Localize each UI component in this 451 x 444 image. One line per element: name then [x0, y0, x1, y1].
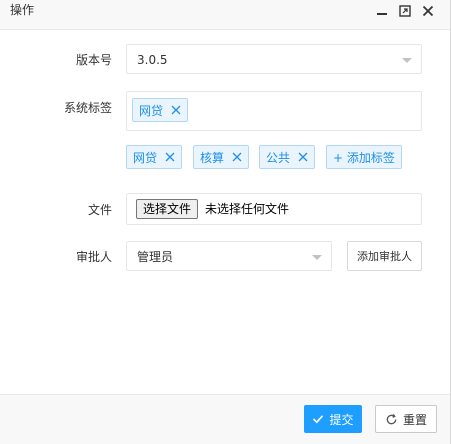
tag-option[interactable]: 公共	[259, 145, 316, 169]
operation-dialog: 操作 版本号 3.0.5 系统标签 网贷 网贷 核算 公共 + 添加标签 文件 …	[0, 0, 451, 444]
close-icon	[422, 5, 434, 17]
minimize-button[interactable]	[373, 2, 391, 20]
dialog-footer: 提交 重置	[0, 394, 450, 444]
version-select[interactable]: 3.0.5	[126, 44, 422, 74]
submit-button[interactable]: 提交	[304, 405, 362, 433]
version-value: 3.0.5	[137, 53, 168, 67]
dialog-titlebar[interactable]: 操作	[0, 0, 450, 30]
file-status-text: 未选择任何文件	[205, 202, 290, 216]
refresh-icon	[386, 413, 397, 424]
selected-tag: 网贷	[132, 98, 189, 122]
approver-value: 管理员	[137, 250, 174, 264]
remove-tag-button[interactable]	[298, 152, 308, 162]
maximize-icon	[399, 5, 411, 17]
system-tags-label: 系统标签	[63, 101, 112, 115]
approver-label: 审批人	[75, 250, 112, 264]
reset-label: 重置	[402, 412, 427, 427]
close-icon	[298, 152, 308, 162]
tag-option-label: 公共	[266, 150, 291, 165]
version-label: 版本号	[75, 53, 112, 67]
tag-option[interactable]: 网贷	[126, 145, 183, 169]
close-icon	[171, 105, 181, 115]
choose-file-button[interactable]: 选择文件	[136, 199, 199, 219]
tag-option[interactable]: 核算	[193, 145, 250, 169]
chevron-down-icon	[312, 255, 322, 260]
check-icon	[313, 415, 324, 424]
remove-tag-button[interactable]	[165, 152, 175, 162]
approver-select[interactable]: 管理员	[126, 241, 332, 271]
submit-label: 提交	[329, 412, 354, 427]
minimize-icon	[377, 13, 387, 15]
close-icon	[232, 152, 242, 162]
chevron-down-icon	[402, 58, 412, 63]
file-label: 文件	[87, 203, 112, 217]
add-approver-label: 添加审批人	[357, 250, 412, 263]
file-input: 选择文件 未选择任何文件	[126, 193, 422, 225]
add-tag-label: + 添加标签	[333, 150, 395, 165]
remove-tag-button[interactable]	[232, 152, 242, 162]
maximize-button[interactable]	[396, 2, 414, 20]
selected-tags-box[interactable]: 网贷	[126, 91, 422, 131]
tag-option-label: 核算	[200, 150, 225, 165]
reset-button[interactable]: 重置	[375, 405, 437, 433]
close-button[interactable]	[419, 2, 437, 20]
tag-option-label: 网贷	[133, 150, 158, 165]
tag-label: 网贷	[139, 103, 164, 118]
add-tag-button[interactable]: + 添加标签	[326, 145, 402, 169]
dialog-title: 操作	[10, 3, 35, 17]
remove-tag-button[interactable]	[171, 105, 181, 115]
add-approver-button[interactable]: 添加审批人	[347, 241, 422, 271]
close-icon	[165, 152, 175, 162]
